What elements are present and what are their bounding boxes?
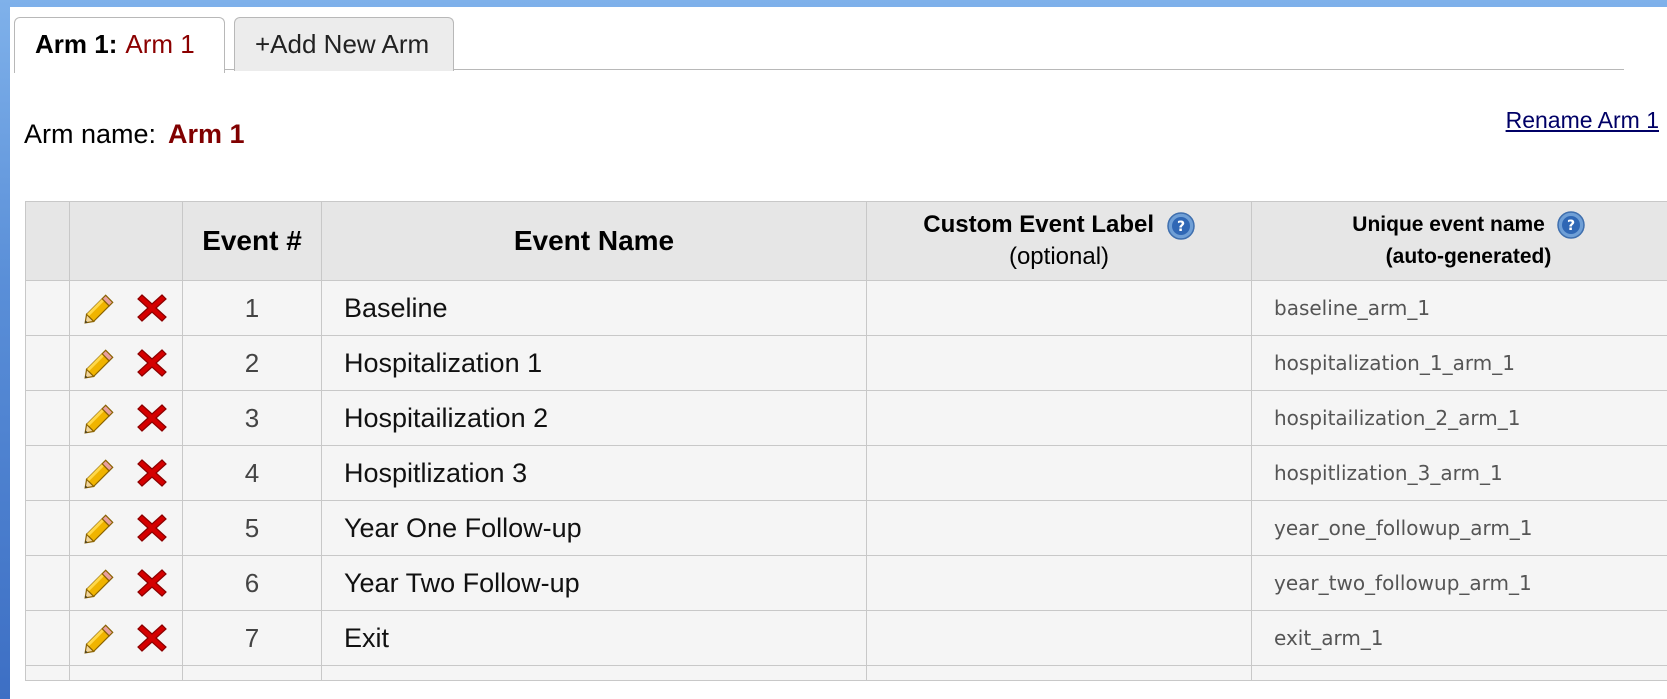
row-cell <box>69 665 183 681</box>
custom-event-label <box>866 445 1252 501</box>
delete-x-icon[interactable] <box>134 290 170 326</box>
custom-event-label <box>866 280 1252 336</box>
header-event-number: Event # <box>182 201 322 281</box>
custom-label-subtitle: (optional) <box>1008 243 1110 270</box>
header-event-name: Event Name <box>321 201 867 281</box>
row-blank-cell <box>25 555 70 611</box>
event-name: Baseline <box>321 280 867 336</box>
svg-text:?: ? <box>1567 218 1575 234</box>
define-events-panel: Arm 1: Arm 1 +Add New Arm Arm name: Arm 1 … <box>10 7 1667 699</box>
event-name: Hospitalization 1 <box>321 335 867 391</box>
custom-event-label <box>866 610 1252 666</box>
events-table-header: Event # Event Name Custom Event Label ? … <box>25 201 1667 281</box>
delete-x-icon[interactable] <box>134 345 170 381</box>
add-new-arm-tab[interactable]: +Add New Arm <box>234 17 454 71</box>
table-row: 7 Exit exit_arm_1 <box>25 610 1667 666</box>
custom-label-title: Custom Event Label <box>923 211 1155 238</box>
tab-arm-1[interactable]: Arm 1: Arm 1 <box>14 17 225 73</box>
pencil-icon[interactable] <box>82 565 118 601</box>
row-cell <box>1251 665 1667 681</box>
event-number: 3 <box>182 390 322 446</box>
arm-tabs: Arm 1: Arm 1 +Add New Arm <box>14 11 1624 73</box>
unique-name-subtitle: (auto-generated) <box>1385 245 1552 268</box>
row-actions <box>69 445 183 501</box>
header-actions <box>69 201 183 281</box>
custom-event-label <box>866 500 1252 556</box>
pencil-icon[interactable] <box>82 345 118 381</box>
row-actions <box>69 280 183 336</box>
event-number: 7 <box>182 610 322 666</box>
unique-event-name: year_two_followup_arm_1 <box>1251 555 1667 611</box>
delete-x-icon[interactable] <box>134 565 170 601</box>
svg-text:?: ? <box>1177 219 1185 235</box>
event-name: Hospitlization 3 <box>321 445 867 501</box>
arm-name-row: Arm name: Arm 1 <box>24 119 245 150</box>
event-number: 4 <box>182 445 322 501</box>
delete-x-icon[interactable] <box>134 620 170 656</box>
arm-name-label: Arm name: <box>24 119 157 149</box>
row-actions <box>69 335 183 391</box>
event-name: Hospitailization 2 <box>321 390 867 446</box>
row-actions <box>69 610 183 666</box>
event-number: 6 <box>182 555 322 611</box>
row-cell <box>182 665 322 681</box>
custom-event-label <box>866 555 1252 611</box>
pencil-icon[interactable] <box>82 400 118 436</box>
event-number: 1 <box>182 280 322 336</box>
event-name: Year Two Follow-up <box>321 555 867 611</box>
header-custom-label: Custom Event Label ? (optional) <box>866 201 1252 281</box>
row-cell <box>25 665 70 681</box>
event-number: 5 <box>182 500 322 556</box>
pencil-icon[interactable] <box>82 510 118 546</box>
row-blank-cell <box>25 610 70 666</box>
tab-arm-name: Arm 1 <box>125 29 195 59</box>
unique-event-name: hospitailization_2_arm_1 <box>1251 390 1667 446</box>
arm-name-value: Arm 1 <box>168 119 245 149</box>
row-blank-cell <box>25 280 70 336</box>
help-icon[interactable]: ? <box>1556 211 1585 240</box>
delete-x-icon[interactable] <box>134 455 170 491</box>
event-number: 2 <box>182 335 322 391</box>
row-blank-cell <box>25 500 70 556</box>
row-cell <box>321 665 867 681</box>
table-row <box>25 665 1667 681</box>
table-row: 5 Year One Follow-up year_one_followup_a… <box>25 500 1667 556</box>
custom-event-label <box>866 335 1252 391</box>
row-actions <box>69 390 183 446</box>
event-name: Year One Follow-up <box>321 500 867 556</box>
pencil-icon[interactable] <box>82 455 118 491</box>
custom-event-label <box>866 390 1252 446</box>
help-icon[interactable]: ? <box>1166 211 1195 240</box>
table-row: 6 Year Two Follow-up year_two_followup_a… <box>25 555 1667 611</box>
pencil-icon[interactable] <box>82 620 118 656</box>
row-blank-cell <box>25 390 70 446</box>
unique-event-name: exit_arm_1 <box>1251 610 1667 666</box>
row-blank-cell <box>25 335 70 391</box>
header-unique-name: Unique event name ? (auto-generated) <box>1251 201 1667 281</box>
rename-arm-link[interactable]: Rename Arm 1 <box>1506 107 1659 134</box>
delete-x-icon[interactable] <box>134 400 170 436</box>
unique-name-title: Unique event name <box>1352 213 1545 236</box>
unique-event-name: baseline_arm_1 <box>1251 280 1667 336</box>
row-cell <box>866 665 1252 681</box>
events-table: Event # Event Name Custom Event Label ? … <box>25 201 1667 681</box>
unique-event-name: year_one_followup_arm_1 <box>1251 500 1667 556</box>
unique-event-name: hospitalization_1_arm_1 <box>1251 335 1667 391</box>
table-row: 2 Hospitalization 1 hospitalization_1_ar… <box>25 335 1667 391</box>
row-actions <box>69 555 183 611</box>
row-actions <box>69 500 183 556</box>
event-name: Exit <box>321 610 867 666</box>
header-blank <box>25 201 70 281</box>
delete-x-icon[interactable] <box>134 510 170 546</box>
events-table-body: 1 Baseline baseline_arm_1 2 Hospitalizat… <box>25 280 1667 681</box>
pencil-icon[interactable] <box>82 290 118 326</box>
table-row: 4 Hospitlization 3 hospitlization_3_arm_… <box>25 445 1667 501</box>
table-row: 3 Hospitailization 2 hospitailization_2_… <box>25 390 1667 446</box>
unique-event-name: hospitlization_3_arm_1 <box>1251 445 1667 501</box>
tab-arm-prefix: Arm 1: <box>35 29 118 59</box>
table-row: 1 Baseline baseline_arm_1 <box>25 280 1667 336</box>
row-blank-cell <box>25 445 70 501</box>
